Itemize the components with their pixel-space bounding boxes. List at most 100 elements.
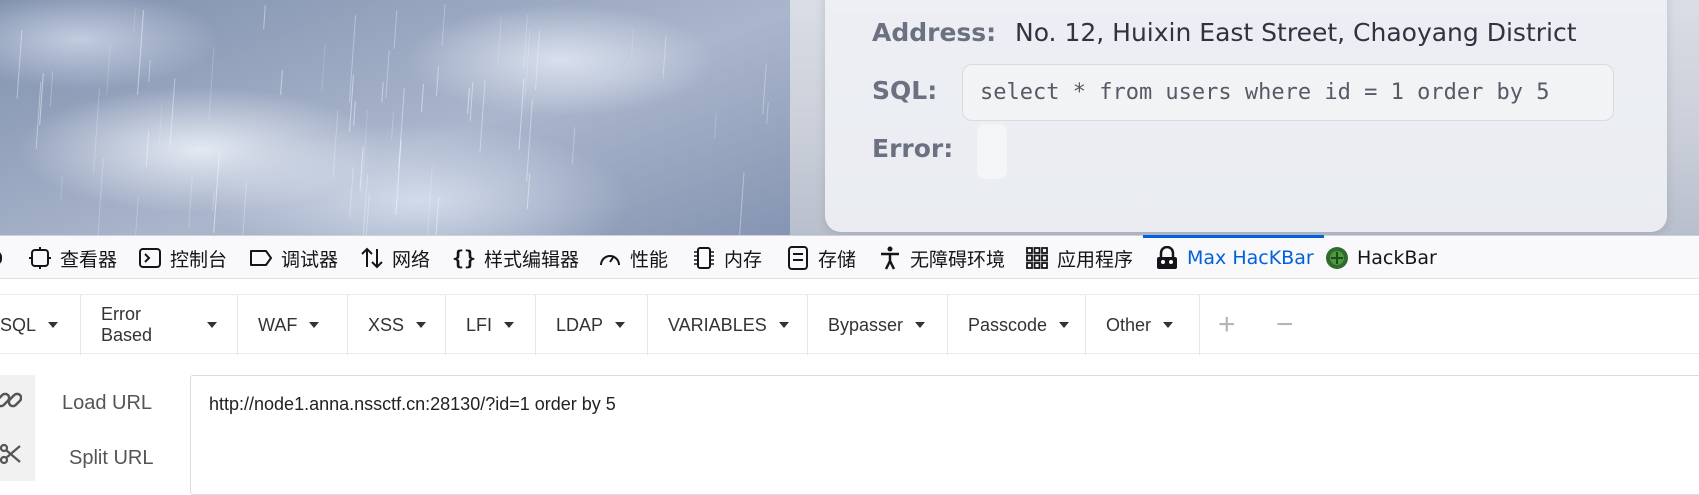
- tab-label: 应用程序: [1057, 248, 1134, 271]
- rain-streak: [321, 44, 326, 91]
- caret-down-icon: [778, 322, 789, 328]
- tab-application[interactable]: 应用程序: [1025, 236, 1133, 280]
- rain-streak: [280, 69, 283, 96]
- tab-storage[interactable]: 存储: [786, 236, 856, 280]
- tab-accessibility[interactable]: 无障碍环境: [878, 236, 1005, 280]
- menu-sql[interactable]: SQL: [0, 295, 81, 355]
- webpage-viewport: Address: No. 12, Huixin East Street, Cha…: [0, 0, 1699, 235]
- tab-label: 控制台: [170, 248, 228, 271]
- debugger-icon: [249, 246, 273, 270]
- rain-streak: [433, 197, 440, 235]
- devtools-tab-bar: 查看器 控制台 调试器 网络 {} 样式编辑器 性能 内存 存储 无障碍环境 应…: [0, 235, 1699, 279]
- rain-streak: [766, 101, 769, 125]
- menu-label: XSS: [368, 314, 405, 335]
- rain-streak: [97, 158, 104, 235]
- rain-streak: [571, 127, 576, 165]
- url-input[interactable]: http://node1.anna.nssctf.cn:28130/?id=1 …: [190, 375, 1699, 495]
- rain-streak: [426, 166, 433, 235]
- tab-max-hackbar[interactable]: Max HacKBar: [1143, 235, 1324, 280]
- rain-streak: [60, 175, 63, 202]
- split-url-button[interactable]: Split URL: [69, 447, 153, 470]
- menu-label: LDAP: [556, 314, 604, 335]
- caret-down-icon: [416, 322, 427, 328]
- menu-label: WAF: [258, 314, 298, 335]
- menu-xss[interactable]: XSS: [348, 295, 446, 355]
- application-icon: [1025, 246, 1049, 270]
- rain-streak: [134, 197, 139, 235]
- rain-streak: [158, 105, 163, 147]
- tab-label: Max HacKBar: [1187, 247, 1314, 269]
- rain-streak: [381, 81, 384, 103]
- remove-button[interactable]: −: [1276, 295, 1294, 355]
- rain-streak: [16, 30, 23, 99]
- caret-down-icon: [309, 322, 320, 328]
- menu-error-based[interactable]: Error Based: [81, 295, 238, 355]
- caret-down-icon: [504, 322, 515, 328]
- rain-streak: [93, 88, 100, 174]
- caret-down-icon: [615, 322, 626, 328]
- rain-streak: [738, 172, 745, 235]
- rain-streak: [441, 4, 446, 46]
- rain-streak: [393, 10, 398, 49]
- tab-label: 存储: [818, 248, 857, 271]
- menu-label: LFI: [466, 314, 493, 335]
- sql-query-box: select * from users where id = 1 order b…: [962, 64, 1614, 121]
- menu-passcode[interactable]: Passcode: [948, 295, 1086, 355]
- style-editor-icon: {}: [451, 246, 477, 270]
- rain-streak: [435, 66, 440, 96]
- memory-icon: [692, 246, 716, 270]
- tab-label: 样式编辑器: [484, 248, 580, 271]
- menu-lfi[interactable]: LFI: [446, 295, 536, 355]
- tab-debugger[interactable]: 调试器: [249, 236, 338, 280]
- load-url-button[interactable]: Load URL: [62, 392, 152, 415]
- storage-icon: [786, 246, 810, 270]
- menu-other[interactable]: Other: [1086, 295, 1200, 355]
- network-icon: [360, 246, 384, 270]
- caret-down-icon: [207, 322, 217, 328]
- inspector-icon: [28, 246, 52, 270]
- tab-label: 内存: [724, 248, 763, 271]
- sql-label: SQL:: [872, 76, 938, 105]
- menu-waf[interactable]: WAF: [238, 295, 348, 355]
- tab-label: HackBar: [1357, 247, 1437, 269]
- tab-label: 查看器: [60, 248, 118, 271]
- scissors-icon[interactable]: [0, 443, 22, 470]
- menu-label: VARIABLES: [668, 314, 767, 335]
- menu-label: SQL: [0, 314, 37, 335]
- rain-streak: [332, 110, 339, 177]
- tab-label: 调试器: [281, 248, 339, 271]
- tab-label: 性能: [630, 248, 669, 271]
- caret-down-icon: [1059, 322, 1070, 328]
- add-button[interactable]: +: [1218, 295, 1236, 355]
- rain-streak: [762, 64, 767, 114]
- tab-label: 网络: [392, 248, 431, 271]
- rain-streak: [353, 100, 356, 127]
- rain-streak: [208, 47, 215, 119]
- rain-streak: [133, 6, 136, 33]
- caret-down-icon: [48, 322, 59, 328]
- accessibility-icon: [878, 246, 902, 270]
- link-icon[interactable]: [0, 389, 23, 416]
- tab-label: 无障碍环境: [910, 248, 1006, 271]
- tab-inspector[interactable]: 查看器: [28, 236, 117, 280]
- rain-streak: [49, 71, 54, 107]
- hackbar-menu-bar: SQL Error Based WAF XSS LFI LDAP VARIABL…: [0, 294, 1699, 355]
- menu-variables[interactable]: VARIABLES: [648, 295, 808, 355]
- rain-streak: [349, 167, 354, 218]
- tab-hackbar[interactable]: HackBar: [1325, 236, 1437, 280]
- rain-streak: [534, 31, 541, 90]
- rain-streak: [263, 4, 266, 30]
- menu-ldap[interactable]: LDAP: [536, 295, 648, 355]
- tab-style-editor[interactable]: {} 样式编辑器: [452, 236, 579, 280]
- rain-streak: [188, 176, 193, 228]
- menu-bypasser[interactable]: Bypasser: [808, 295, 948, 355]
- hackbar-body: Load URL Split URL http://node1.anna.nss…: [0, 375, 1699, 495]
- rain-streak: [398, 88, 405, 169]
- tab-console[interactable]: 控制台: [138, 236, 227, 280]
- tab-memory[interactable]: 内存: [692, 236, 762, 280]
- tab-performance[interactable]: 性能: [598, 236, 668, 280]
- error-label: Error:: [872, 134, 954, 163]
- tab-network[interactable]: 网络: [360, 236, 430, 280]
- console-icon: [138, 246, 162, 270]
- hackbar-icon-strip: [0, 375, 35, 481]
